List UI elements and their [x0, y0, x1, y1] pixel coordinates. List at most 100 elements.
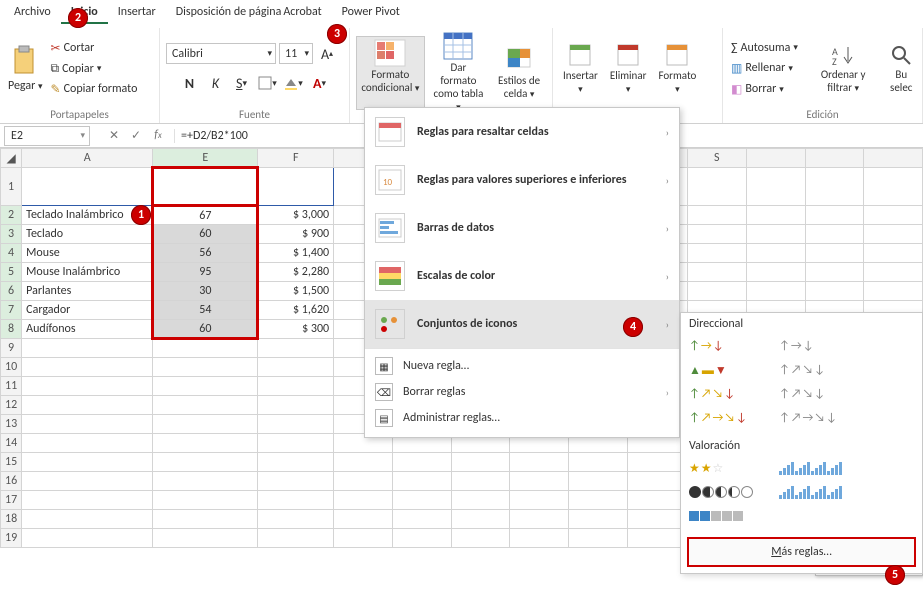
col-E[interactable]: E [153, 149, 258, 168]
col-F[interactable]: F [258, 149, 334, 168]
row-12[interactable]: 12 [1, 396, 22, 415]
paste-button[interactable]: Pegar ▾ [6, 43, 45, 95]
format-cells-button[interactable]: Formato▾ [654, 40, 700, 97]
chevron-down-icon[interactable]: ▾ [675, 84, 680, 95]
chevron-down-icon[interactable]: ▾ [415, 83, 420, 94]
row-13[interactable]: 13 [1, 415, 22, 434]
row-15[interactable]: 15 [1, 453, 22, 472]
color-scales-item[interactable]: Escalas de color › [365, 252, 679, 300]
tab-powerpivot[interactable]: Power Pivot [332, 2, 410, 24]
col-A[interactable]: A [22, 149, 153, 168]
hdr-vendidos[interactable]: ProductosVendidos (%) [153, 168, 258, 206]
cell[interactable]: 60 [153, 320, 258, 339]
italic-button[interactable]: K [205, 72, 227, 94]
row-16[interactable]: 16 [1, 472, 22, 491]
cell[interactable]: $ 1,400 [258, 244, 334, 263]
format-as-table-button[interactable]: Dar formato como tabla ▾ [429, 30, 488, 115]
cell[interactable]: 30 [153, 282, 258, 301]
iconset-4arrows-gray-diag[interactable]: ↑↗↘↓ [779, 383, 863, 405]
fx-icon[interactable]: fx [148, 128, 168, 143]
row-4[interactable]: 4 [1, 244, 22, 263]
chevron-down-icon[interactable]: ▾ [779, 84, 784, 95]
cancel-formula-button[interactable]: ✕ [104, 128, 124, 143]
autosum-button[interactable]: ∑ Autosuma ▾ [729, 40, 800, 56]
chevron-down-icon[interactable]: ▾ [788, 63, 793, 74]
row-11[interactable]: 11 [1, 377, 22, 396]
chevron-down-icon[interactable]: ▾ [97, 63, 102, 74]
cell[interactable]: $ 3,000 [258, 206, 334, 225]
top-bottom-rules-item[interactable]: 10 Reglas para valores superiores e infe… [365, 156, 679, 204]
chevron-down-icon[interactable]: ▾ [304, 48, 309, 59]
clear-button[interactable]: ◧ Borrar ▾ [729, 81, 800, 98]
cell[interactable]: 67 [153, 206, 258, 225]
clear-rules-item[interactable]: ⌫Borrar reglas› [365, 379, 679, 405]
hdr-productos[interactable]: Productos [22, 168, 153, 206]
chevron-down-icon[interactable]: ▾ [855, 83, 860, 94]
iconset-4bars[interactable] [779, 457, 863, 479]
cell[interactable]: $ 900 [258, 225, 334, 244]
more-rules-button[interactable]: MMás reglas…ás reglas… [687, 537, 916, 567]
border-button[interactable]: ▾ [257, 72, 279, 94]
data-bars-item[interactable]: Barras de datos › [365, 204, 679, 252]
manage-rules-item[interactable]: ▤Administrar reglas… [365, 405, 679, 431]
iconset-3arrows-gray[interactable]: ↑→↓ [779, 335, 863, 357]
chevron-down-icon[interactable]: ▾ [578, 84, 583, 95]
row-7[interactable]: 7 [1, 301, 22, 320]
iconset-3triangles[interactable]: ▲▬▼ [689, 359, 773, 381]
iconset-3arrows-color[interactable]: ↑→↓ [689, 335, 773, 357]
find-select-button[interactable]: Buselec [887, 41, 917, 96]
new-rule-item[interactable]: ▦Nueva regla… [365, 353, 679, 379]
iconset-5arrows-gray[interactable]: ↑↗→↘↓ [779, 407, 863, 429]
format-painter-button[interactable]: ✎ Copiar formato [49, 81, 140, 98]
col-S[interactable]: S [687, 149, 746, 168]
row-5[interactable]: 5 [1, 263, 22, 282]
chevron-down-icon[interactable]: ▾ [530, 89, 535, 100]
row-6[interactable]: 6 [1, 282, 22, 301]
iconset-5arrows-color[interactable]: ↑↗→↘↓ [689, 407, 773, 429]
select-all[interactable]: ◢ [1, 149, 22, 168]
cell[interactable]: Audífonos [22, 320, 153, 339]
row-9[interactable]: 9 [1, 339, 22, 358]
copy-button[interactable]: ⧉ Copiar ▾ [49, 61, 140, 77]
row-18[interactable]: 18 [1, 510, 22, 529]
cell[interactable]: $ 300 [258, 320, 334, 339]
bold-button[interactable]: N [179, 72, 201, 94]
cell[interactable]: Parlantes [22, 282, 153, 301]
cell-styles-button[interactable]: Estilos de celda ▾ [492, 43, 546, 102]
cell[interactable]: $ 1,620 [258, 301, 334, 320]
iconset-4arrows-color[interactable]: ↑↗↘↓ [689, 383, 773, 405]
row-1[interactable]: 1 [1, 168, 22, 206]
iconset-3stars[interactable]: ★★☆ [689, 457, 773, 479]
insert-cells-button[interactable]: Insertar▾ [559, 40, 602, 97]
tab-archivo[interactable]: Archivo [4, 2, 61, 24]
accept-formula-button[interactable]: ✓ [126, 128, 146, 143]
sort-filter-button[interactable]: AZ Ordenar y filtrar ▾ [804, 41, 883, 96]
cell[interactable]: 95 [153, 263, 258, 282]
font-color-button[interactable]: A▾ [309, 72, 331, 94]
cell[interactable]: Mouse Inalámbrico [22, 263, 153, 282]
fill-button[interactable]: ▥ Rellenar ▾ [729, 60, 800, 77]
tab-acrobat[interactable]: Acrobat [273, 2, 331, 24]
chevron-down-icon[interactable]: ▾ [793, 42, 798, 53]
cell[interactable]: 54 [153, 301, 258, 320]
iconset-5bars[interactable] [779, 481, 863, 503]
conditional-formatting-button[interactable]: Formato condicional ▾ [356, 36, 425, 110]
cell[interactable]: 56 [153, 244, 258, 263]
row-10[interactable]: 10 [1, 358, 22, 377]
font-size-select[interactable]: 11 ▾ [279, 43, 313, 64]
row-19[interactable]: 19 [1, 529, 22, 548]
tab-insertar[interactable]: Insertar [108, 2, 166, 24]
chevron-down-icon[interactable]: ▾ [267, 48, 272, 59]
row-2[interactable]: 2 [1, 206, 22, 225]
underline-button[interactable]: S ▾ [231, 72, 253, 94]
cell[interactable]: Cargador [22, 301, 153, 320]
chevron-down-icon[interactable]: ▾ [626, 84, 631, 95]
cell[interactable]: Teclado [22, 225, 153, 244]
cut-button[interactable]: ✂ Cortar [49, 40, 140, 57]
cell[interactable]: 60 [153, 225, 258, 244]
iconset-5boxes[interactable] [689, 505, 773, 527]
hdr-total[interactable]: TotalValor [258, 168, 334, 206]
iconset-4arrows-gray[interactable]: ↑↗↘↓ [779, 359, 863, 381]
row-8[interactable]: 8 [1, 320, 22, 339]
chevron-down-icon[interactable]: ▾ [80, 130, 85, 141]
